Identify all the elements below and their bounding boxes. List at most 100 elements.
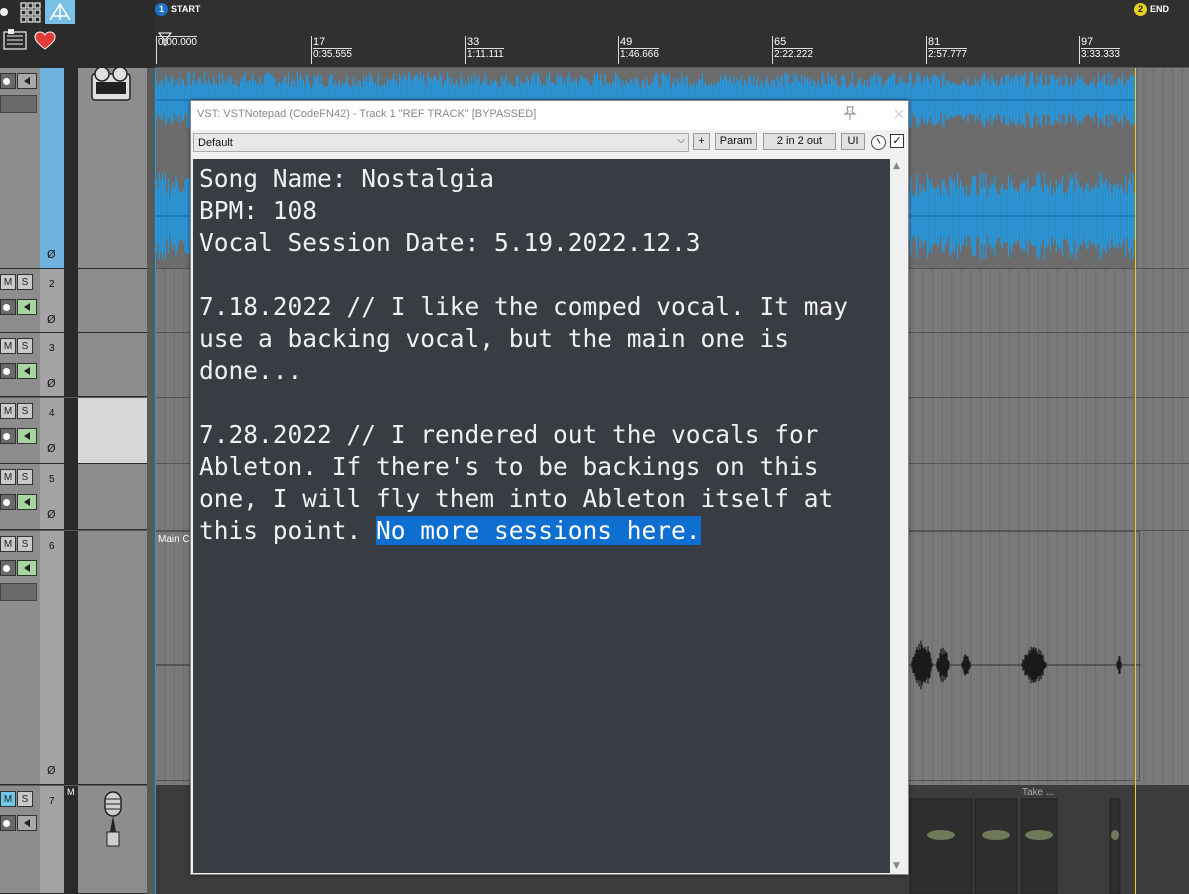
start-marker[interactable]: 1 START (155, 2, 200, 16)
track-divider (64, 398, 78, 463)
track-number: 6 (49, 541, 55, 552)
phase-invert-icon[interactable]: Ø (47, 508, 56, 521)
grid-icon[interactable] (19, 1, 41, 23)
ruler-tick (618, 36, 619, 64)
monitor-button[interactable] (17, 299, 37, 315)
track-4-header[interactable]: M S 4 Ø (0, 398, 147, 464)
track-7-header[interactable]: M S 7 M (0, 786, 147, 894)
record-arm-button[interactable] (0, 494, 16, 510)
ruler-bar-time: 3:33.333 (1081, 48, 1120, 60)
ruler-tick (926, 36, 927, 64)
record-arm-button[interactable] (0, 299, 16, 315)
ruler-tick (311, 36, 312, 64)
track-2-header[interactable]: M S 2 Ø (0, 269, 147, 333)
mute-button[interactable]: M (0, 403, 16, 419)
ui-button[interactable]: UI (841, 133, 865, 150)
ruler-bar-49: 49 1:46.666 (620, 36, 659, 61)
end-marker-label: END (1150, 4, 1170, 14)
solo-button[interactable]: S (17, 536, 33, 552)
monitor-button[interactable] (17, 73, 37, 89)
monitor-button[interactable] (17, 428, 37, 444)
track-icon-area (78, 464, 147, 529)
record-arm-button[interactable] (0, 815, 16, 831)
solo-button[interactable]: S (17, 403, 33, 419)
track-header-panel: Ø M S 2 Ø M S 3 Ø M S 4 Ø M S 5 Ø M S 6 … (0, 66, 155, 894)
ruler-tick (465, 36, 466, 64)
ruler-bar-number: 81 (928, 36, 941, 48)
wet-dry-knob[interactable] (871, 135, 886, 150)
phase-invert-icon[interactable]: Ø (47, 764, 56, 777)
microphone-icon (96, 790, 130, 852)
phase-invert-icon[interactable]: Ø (47, 377, 56, 390)
track-6-header[interactable]: M S 6 Ø (0, 531, 147, 785)
start-marker-number: 1 (155, 2, 168, 16)
scroll-up-icon[interactable]: ▲ (893, 161, 900, 171)
mute-button[interactable]: M (0, 469, 16, 485)
plugin-window-title[interactable]: VST: VSTNotepad (CodeFN42) - Track 1 "RE… (191, 101, 908, 130)
ruler-bar-number: 33 (467, 36, 480, 48)
folder-mute-indicator: M (67, 787, 75, 797)
mute-button[interactable]: M (0, 338, 16, 354)
mute-button[interactable]: M (0, 536, 16, 552)
solo-button[interactable]: S (17, 338, 33, 354)
ruler-bar-number: 49 (620, 36, 633, 48)
track-1-header[interactable]: Ø (0, 66, 147, 269)
record-arm-button[interactable] (0, 428, 16, 444)
monitor-button[interactable] (17, 560, 37, 576)
track-number: 7 (49, 796, 55, 807)
scroll-down-icon[interactable]: ▼ (893, 861, 900, 871)
snap-icon[interactable] (45, 0, 75, 24)
track-divider (64, 786, 78, 893)
ruler-tick (1079, 36, 1080, 64)
track-icon-area (78, 531, 147, 784)
timeline-left-edge (155, 68, 156, 894)
mute-button[interactable]: M (0, 791, 16, 807)
mute-button[interactable]: M (0, 274, 16, 290)
track-name-field[interactable] (0, 95, 37, 113)
record-arm-button[interactable] (0, 73, 16, 89)
track-number-strip (40, 531, 64, 784)
notepad-text-area[interactable]: Song Name: Nostalgia BPM: 108 Vocal Sess… (193, 159, 890, 873)
end-marker[interactable]: 2 END (1134, 2, 1169, 16)
ruler-bar-time: 0:35.555 (313, 48, 352, 60)
track-manager-icon[interactable] (3, 29, 27, 51)
record-arm-button[interactable] (0, 560, 16, 576)
vertical-scrollbar[interactable]: ▲ ▼ (890, 159, 906, 873)
solo-button[interactable]: S (17, 791, 33, 807)
phase-invert-icon[interactable]: Ø (47, 248, 56, 261)
record-arm-button[interactable] (0, 363, 16, 379)
monitor-button[interactable] (17, 494, 37, 510)
track-3-header[interactable]: M S 3 Ø (0, 333, 147, 397)
track-5-header[interactable]: M S 5 Ø (0, 464, 147, 530)
record-dot-icon[interactable] (0, 4, 12, 20)
phase-invert-icon[interactable]: Ø (47, 313, 56, 326)
timeline-ruler[interactable]: 1 START 2 END 0:00.000 17 0:35.555 33 1:… (155, 0, 1189, 68)
ruler-bar-number: 17 (313, 36, 326, 48)
chevron-down-icon: ⌵ (677, 135, 685, 146)
ruler-tick (156, 36, 157, 64)
ruler-bar-number: 65 (774, 36, 787, 48)
preset-value: Default (198, 137, 233, 149)
ruler-bar-33: 33 1:11.111 (467, 36, 504, 61)
monitor-button[interactable] (17, 363, 37, 379)
close-icon[interactable] (891, 105, 907, 123)
solo-button[interactable]: S (17, 469, 33, 485)
param-button[interactable]: Param (715, 133, 757, 150)
solo-button[interactable]: S (17, 274, 33, 290)
pin-icon[interactable] (842, 105, 858, 121)
monitor-button[interactable] (17, 815, 37, 831)
vst-plugin-window[interactable]: VST: VSTNotepad (CodeFN42) - Track 1 "RE… (190, 100, 909, 875)
ruler-bar-time: 1:11.111 (467, 48, 504, 60)
track-name-field[interactable] (0, 583, 37, 601)
notepad-content[interactable]: Song Name: Nostalgia BPM: 108 Vocal Sess… (199, 163, 884, 547)
preset-dropdown[interactable]: Default ⌵ (193, 133, 689, 152)
io-config-button[interactable]: 2 in 2 out (763, 133, 836, 150)
enable-checkbox[interactable]: ✓ (890, 134, 904, 148)
selected-text: No more sessions here. (376, 516, 701, 545)
ruler-tick (772, 36, 773, 64)
track-icon-area (78, 333, 147, 396)
ruler-bar-number: 97 (1081, 36, 1094, 48)
add-preset-button[interactable]: + (693, 133, 710, 150)
phase-invert-icon[interactable]: Ø (47, 442, 56, 455)
favorites-heart-icon[interactable] (34, 31, 56, 51)
